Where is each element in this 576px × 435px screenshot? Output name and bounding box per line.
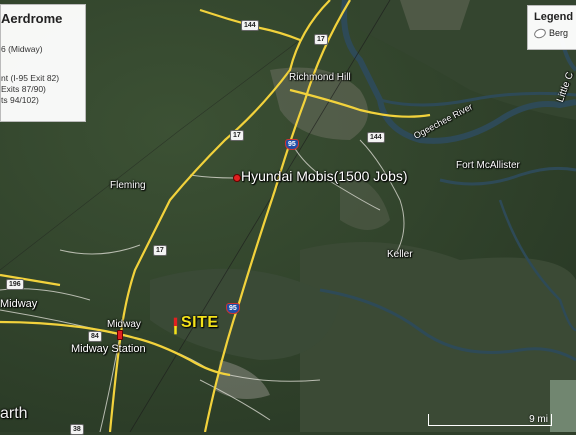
- info-line: Exits 87/90): [1, 84, 46, 94]
- route-144-shield-icon: 144: [241, 20, 259, 31]
- place-midway-station[interactable]: Midway Station: [71, 343, 146, 355]
- route-38-shield-icon: 38: [70, 424, 84, 435]
- route-144-shield-icon: 144: [367, 132, 385, 143]
- info-line: nt (I-95 Exit 82): [1, 73, 60, 83]
- info-line: ts 94/102): [1, 95, 39, 105]
- route-17-shield-icon: 17: [153, 245, 167, 256]
- label-earth: arth: [0, 405, 28, 422]
- route-84-shield-icon: 84: [88, 331, 102, 342]
- marker-site-label[interactable]: SITE: [181, 314, 219, 332]
- legend-panel[interactable]: Legend Berg: [527, 5, 576, 50]
- image-patch: [550, 380, 576, 432]
- route-196-shield-icon: 196: [6, 279, 24, 290]
- place-keller[interactable]: Keller: [387, 249, 413, 260]
- urban-area-north: [400, 0, 470, 30]
- legend-item-label: Berg: [549, 28, 569, 38]
- info-panel-title: Aerdrome: [1, 11, 63, 26]
- interstate-95-shield-icon: 95: [226, 303, 240, 314]
- route-17-shield-icon: 17: [230, 130, 244, 141]
- place-fleming[interactable]: Fleming: [110, 180, 146, 191]
- marker-hyundai-label[interactable]: Hyundai Mobis(1500 Jobs): [241, 168, 408, 184]
- marker-pin-icon[interactable]: [233, 174, 241, 182]
- place-richmond-hill[interactable]: Richmond Hill: [289, 72, 351, 83]
- place-midway-left[interactable]: Midway: [0, 298, 37, 310]
- satellite-map[interactable]: [0, 0, 576, 432]
- site-pin-icon[interactable]: [173, 316, 178, 336]
- info-line: 6 (Midway): [1, 44, 43, 54]
- info-panel: Aerdrome 6 (Midway) nt (I-95 Exit 82) Ex…: [0, 4, 86, 122]
- legend-title: Legend: [534, 11, 574, 23]
- legend-item[interactable]: Berg: [532, 27, 576, 40]
- scale-label: 9 mi: [529, 414, 548, 425]
- polygon-swatch-icon: [532, 27, 548, 40]
- marker-midway-icon[interactable]: [117, 330, 123, 340]
- place-midway[interactable]: Midway: [107, 319, 141, 330]
- place-fort-mcallister[interactable]: Fort McAllister: [456, 160, 520, 171]
- scale-bar: 9 mi: [428, 414, 552, 428]
- route-17-shield-icon: 17: [314, 34, 328, 45]
- interstate-95-shield-icon: 95: [285, 139, 299, 150]
